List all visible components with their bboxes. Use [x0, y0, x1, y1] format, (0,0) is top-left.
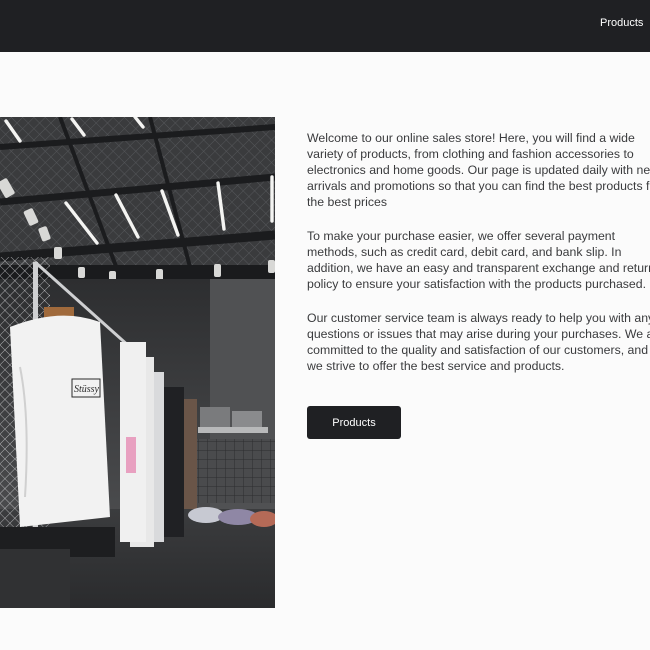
intro-paragraph-2: To make your purchase easier, we offer s… [307, 229, 650, 291]
svg-text:Stüssy: Stüssy [74, 384, 100, 395]
products-button[interactable]: Products [307, 406, 401, 439]
store-interior-image: Stüssy [0, 117, 275, 608]
intro-paragraph-3: Our customer service team is always read… [307, 311, 650, 373]
store-interior-illustration: Stüssy [0, 117, 275, 608]
intro-text-block: Welcome to our online sales store! Here,… [307, 130, 650, 374]
intro-paragraph-1: Welcome to our online sales store! Here,… [307, 131, 650, 209]
top-navbar: Products [0, 0, 650, 52]
nav-link-products[interactable]: Products [600, 17, 643, 29]
